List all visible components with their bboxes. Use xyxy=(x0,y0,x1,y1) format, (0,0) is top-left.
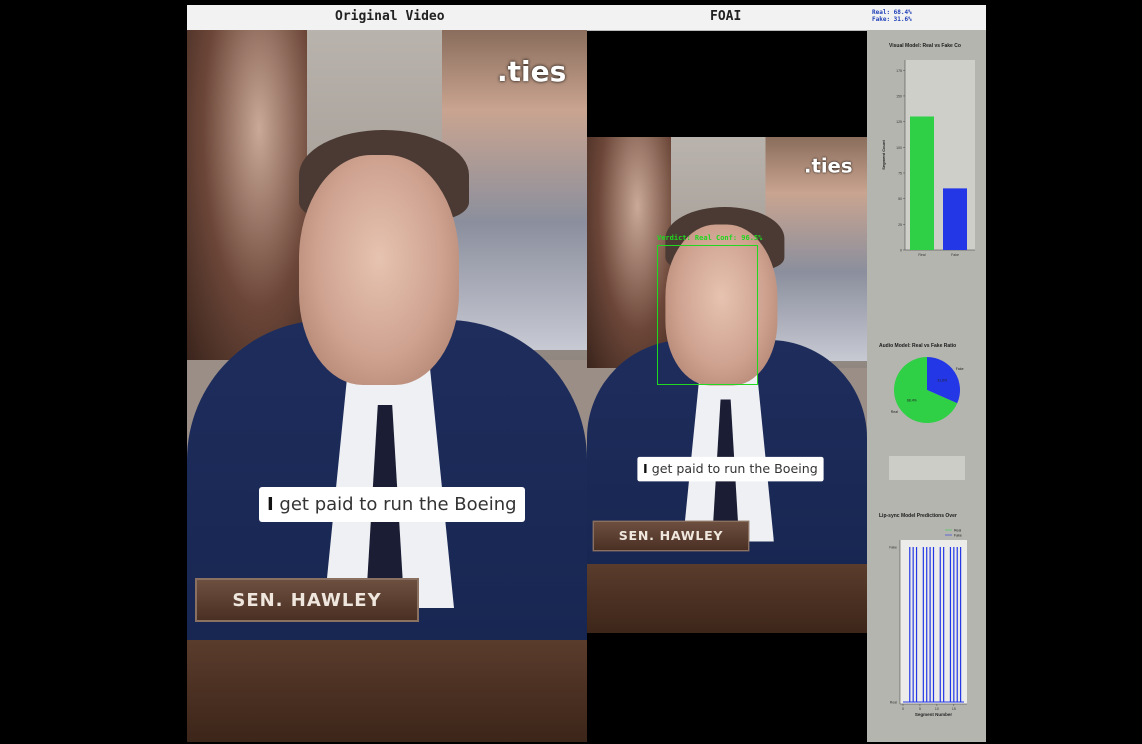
x-tick-label: 15 xyxy=(952,707,956,711)
caption-text: get paid to run the Boeing xyxy=(273,494,517,515)
verdict-label: Verdict: Real Conf: 96.5% xyxy=(657,234,763,242)
y-tick-label: 50 xyxy=(898,197,902,201)
legend-entry: Real xyxy=(954,529,961,533)
watermark: .ties xyxy=(497,55,567,88)
pie-value-label: 68.4% xyxy=(907,398,917,402)
y-tick-label: 150 xyxy=(896,94,902,98)
analysis-panel: Visual Model: Real vs Fake Co 0 25 50 75 100… xyxy=(867,30,986,742)
speaker-face xyxy=(299,155,459,385)
x-tick-label: 5 xyxy=(919,707,921,711)
background-person-left xyxy=(187,30,307,360)
nameplate: SEN. HAWLEY xyxy=(592,520,750,552)
original-video-frame[interactable]: SEN. HAWLEY I get paid to run the Boeing… xyxy=(187,30,587,742)
pie-category-label: Fake xyxy=(956,367,964,371)
y-axis-label: Segment Count xyxy=(881,140,886,170)
y-tick-label: 25 xyxy=(898,223,902,227)
visual-model-chart: 0 25 50 75 100 125 150 175 Real Fake Segment Count xyxy=(881,60,975,257)
y-tick-label: Real xyxy=(890,701,897,705)
visual-chart-title: Visual Model: Real vs Fake Co xyxy=(889,43,961,49)
audio-model-chart: 31.6% Fake 68.4% Real xyxy=(891,357,964,423)
y-tick-label: 100 xyxy=(896,146,902,150)
result-stats: Real: 68.4% Fake: 31.6% xyxy=(872,9,912,23)
y-tick-label: 125 xyxy=(896,120,902,124)
bar-real xyxy=(910,116,934,251)
real-stat: Real: 68.4% xyxy=(872,9,912,16)
hearing-desk xyxy=(187,640,587,742)
lipsync-model-chart: FakeRealRealFake0 5 10 15Segment Number xyxy=(889,529,967,717)
app-title: FOAI xyxy=(710,9,742,24)
top-bar: Original Video FOAI Real: 68.4% Fake: 31… xyxy=(187,5,986,31)
processed-video-frame[interactable]: SEN. HAWLEY I get paid to run the Boeing… xyxy=(587,137,867,633)
blurred-region xyxy=(889,456,965,480)
face-detection-box xyxy=(657,245,758,385)
caption: I get paid to run the Boeing xyxy=(637,456,824,482)
app-stage: Original Video FOAI Real: 68.4% Fake: 31… xyxy=(187,5,986,742)
audio-chart-title: Audio Model: Real vs Fake Ratio xyxy=(879,343,957,349)
video-scene: SEN. HAWLEY I get paid to run the Boeing… xyxy=(187,30,587,742)
video-scene: SEN. HAWLEY I get paid to run the Boeing… xyxy=(587,137,867,633)
y-tick-label: 175 xyxy=(896,69,902,73)
x-tick-label: Real xyxy=(918,253,925,257)
x-tick-label: 10 xyxy=(935,707,939,711)
pie-category-label: Real xyxy=(891,410,898,414)
caption-text: get paid to run the Boeing xyxy=(647,461,818,477)
watermark: .ties xyxy=(804,154,853,178)
y-tick-label: 0 xyxy=(900,249,902,253)
legend-entry: Fake xyxy=(954,534,962,538)
x-tick-label: Fake xyxy=(951,253,959,257)
caption: I get paid to run the Boeing xyxy=(259,487,525,522)
x-tick-label: 0 xyxy=(902,707,904,711)
fake-stat: Fake: 31.6% xyxy=(872,16,912,23)
y-tick-label: Fake xyxy=(889,546,897,550)
bar-fake xyxy=(943,188,967,250)
nameplate: SEN. HAWLEY xyxy=(195,578,419,622)
pie-value-label: 31.6% xyxy=(937,379,947,383)
caption-bold: I xyxy=(267,494,274,515)
y-tick-label: 75 xyxy=(898,171,902,175)
hearing-desk xyxy=(587,564,867,633)
original-video-title: Original Video xyxy=(335,9,445,24)
x-axis-label: Segment Number xyxy=(915,712,953,717)
